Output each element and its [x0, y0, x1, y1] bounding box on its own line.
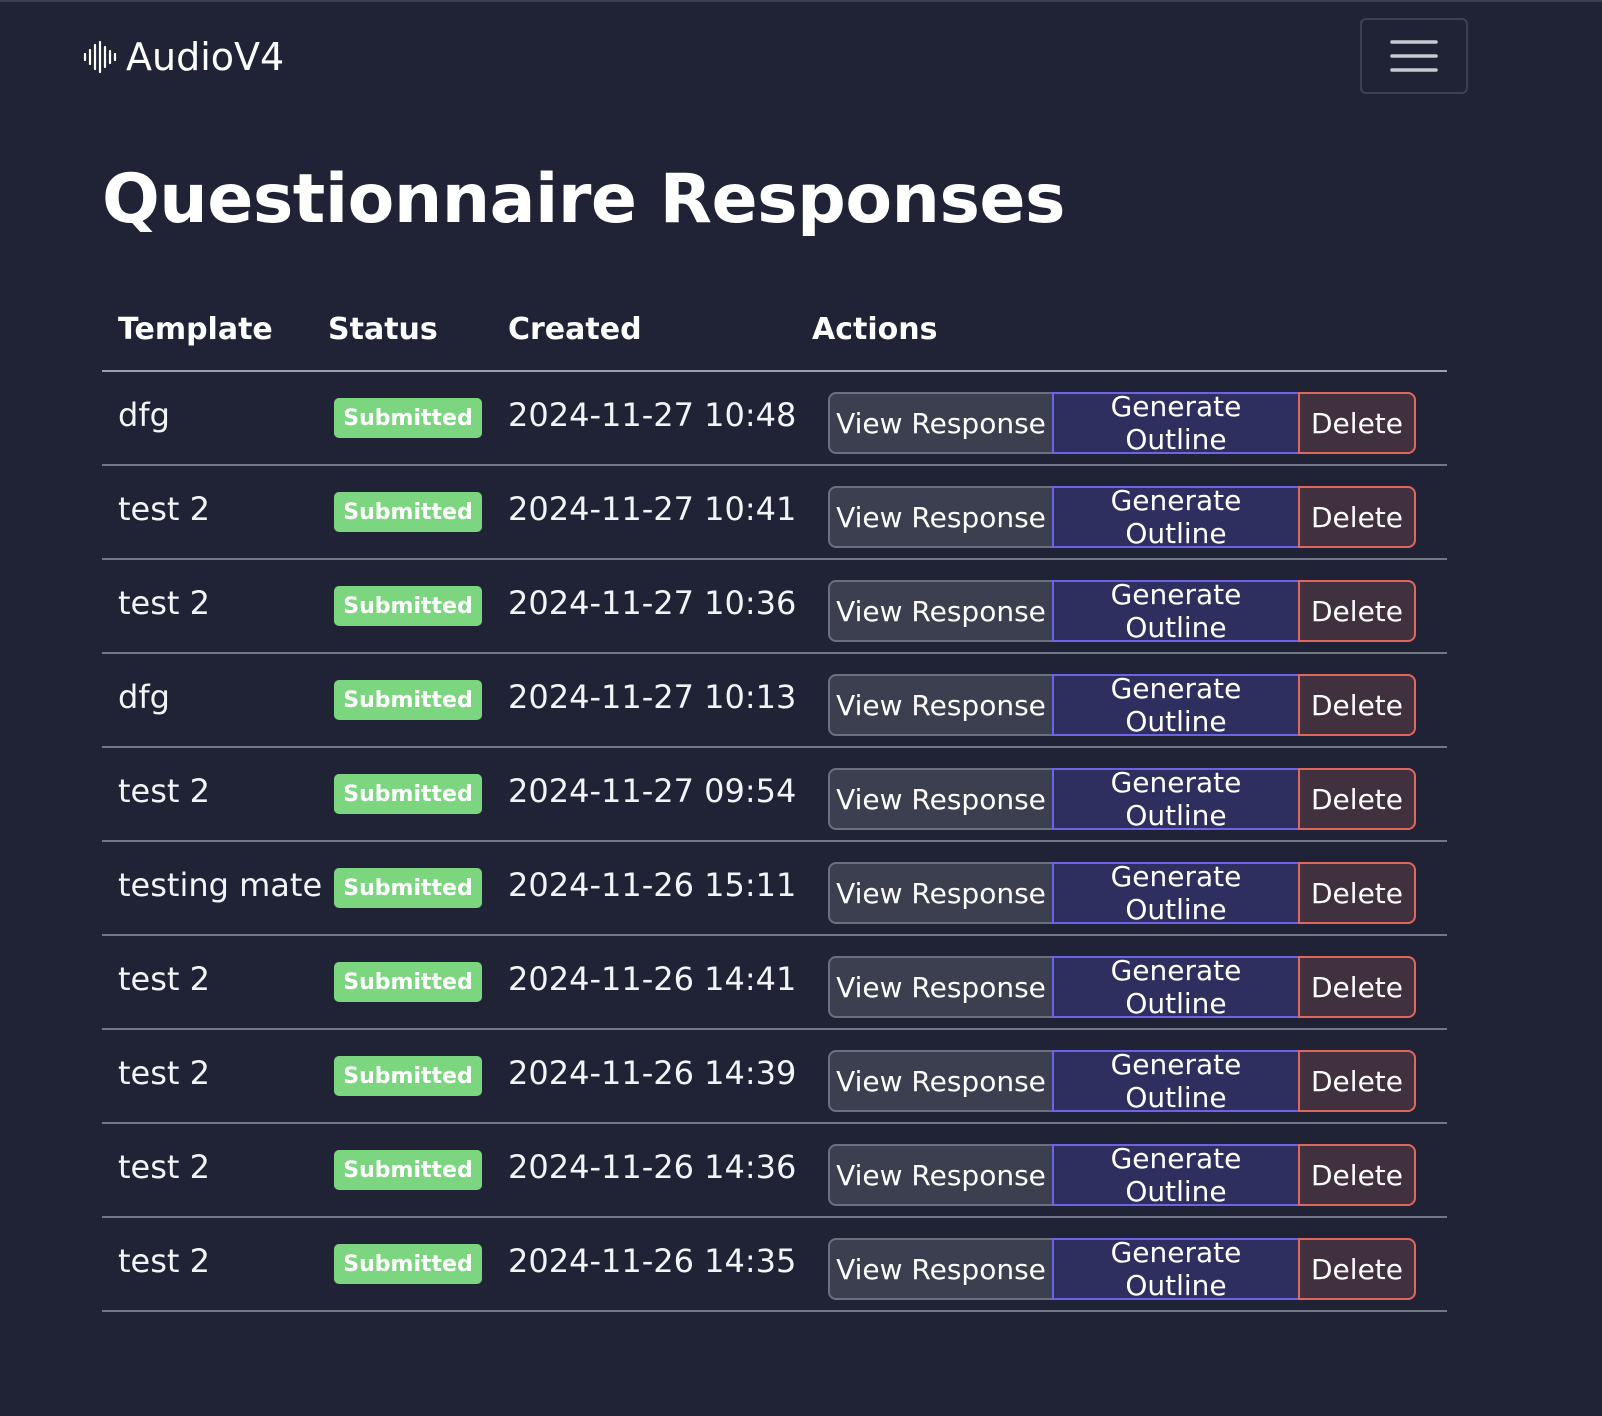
row-actions: View Response Generate Outline Delete [828, 766, 1416, 832]
table-row: test 2 Submitted 2024-11-26 14:39 View Resp… [102, 1030, 1447, 1124]
generate-outline-button[interactable]: Generate Outline [1052, 1142, 1300, 1208]
delete-button[interactable]: Delete [1298, 1144, 1416, 1206]
delete-button[interactable]: Delete [1298, 862, 1416, 924]
row-actions: View Response Generate Outline Delete [828, 954, 1416, 1020]
table-row: dfg Submitted 2024-11-27 10:13 View Respons… [102, 654, 1447, 748]
delete-button[interactable]: Delete [1298, 1050, 1416, 1112]
navbar-toggle-button[interactable] [1360, 18, 1468, 94]
view-response-button[interactable]: View Response [828, 580, 1054, 642]
generate-outline-button[interactable]: Generate Outline [1052, 954, 1300, 1020]
navbar: AudioV4 [0, 0, 1602, 116]
status-badge: Submitted [334, 680, 482, 720]
created-timestamp: 2024-11-27 09:54 [508, 772, 797, 810]
view-response-button[interactable]: View Response [828, 1144, 1054, 1206]
table-body: dfg Submitted 2024-11-27 10:48 View Respons… [102, 372, 1447, 1312]
brand-link[interactable]: AudioV4 [82, 34, 284, 80]
status-badge: Submitted [334, 868, 482, 908]
status-badge: Submitted [334, 1150, 482, 1190]
view-response-button[interactable]: View Response [828, 486, 1054, 548]
table-row: dfg Submitted 2024-11-27 10:48 View Respons… [102, 372, 1447, 466]
created-timestamp: 2024-11-26 14:35 [508, 1242, 797, 1280]
generate-outline-button[interactable]: Generate Outline [1052, 766, 1300, 832]
table-row: test 2 Submitted 2024-11-27 09:54 View Resp… [102, 748, 1447, 842]
table-header: Template Status Created Actions [102, 296, 1447, 372]
row-actions: View Response Generate Outline Delete [828, 484, 1416, 550]
view-response-button[interactable]: View Response [828, 768, 1054, 830]
created-timestamp: 2024-11-27 10:48 [508, 396, 797, 434]
generate-outline-button[interactable]: Generate Outline [1052, 578, 1300, 644]
template-name: test 2 [118, 960, 210, 998]
table-row: test 2 Submitted 2024-11-26 14:41 View Resp… [102, 936, 1447, 1030]
template-name: test 2 [118, 1148, 210, 1186]
column-header-template: Template [118, 312, 273, 347]
table-row: testing mate Submitted 2024-11-26 15:11 Vie… [102, 842, 1447, 936]
status-badge: Submitted [334, 586, 482, 626]
status-badge: Submitted [334, 962, 482, 1002]
row-actions: View Response Generate Outline Delete [828, 1048, 1416, 1114]
delete-button[interactable]: Delete [1298, 486, 1416, 548]
table-row: test 2 Submitted 2024-11-26 14:35 View Resp… [102, 1218, 1447, 1312]
generate-outline-button[interactable]: Generate Outline [1052, 1236, 1300, 1302]
hamburger-menu-icon [1390, 40, 1438, 72]
table-row: test 2 Submitted 2024-11-26 14:36 View Resp… [102, 1124, 1447, 1218]
generate-outline-button[interactable]: Generate Outline [1052, 390, 1300, 456]
column-header-created: Created [508, 312, 642, 347]
row-actions: View Response Generate Outline Delete [828, 1142, 1416, 1208]
generate-outline-button[interactable]: Generate Outline [1052, 1048, 1300, 1114]
delete-button[interactable]: Delete [1298, 768, 1416, 830]
page-title: Questionnaire Responses [102, 160, 1066, 239]
delete-button[interactable]: Delete [1298, 1238, 1416, 1300]
generate-outline-button[interactable]: Generate Outline [1052, 672, 1300, 738]
created-timestamp: 2024-11-27 10:13 [508, 678, 797, 716]
delete-button[interactable]: Delete [1298, 956, 1416, 1018]
status-badge: Submitted [334, 398, 482, 438]
created-timestamp: 2024-11-27 10:41 [508, 490, 797, 528]
created-timestamp: 2024-11-26 14:36 [508, 1148, 797, 1186]
template-name: dfg [118, 678, 170, 716]
status-badge: Submitted [334, 1056, 482, 1096]
view-response-button[interactable]: View Response [828, 1050, 1054, 1112]
view-response-button[interactable]: View Response [828, 392, 1054, 454]
delete-button[interactable]: Delete [1298, 580, 1416, 642]
brand-name: AudioV4 [126, 35, 285, 79]
template-name: test 2 [118, 772, 210, 810]
generate-outline-button[interactable]: Generate Outline [1052, 860, 1300, 926]
template-name: test 2 [118, 1054, 210, 1092]
created-timestamp: 2024-11-26 15:11 [508, 866, 797, 904]
table-row: test 2 Submitted 2024-11-27 10:36 View Resp… [102, 560, 1447, 654]
delete-button[interactable]: Delete [1298, 392, 1416, 454]
responses-table: Template Status Created Actions dfg Submi… [102, 296, 1447, 1312]
column-header-status: Status [328, 312, 438, 347]
view-response-button[interactable]: View Response [828, 674, 1054, 736]
template-name: testing mate [118, 866, 323, 904]
template-name: test 2 [118, 490, 210, 528]
template-name: test 2 [118, 584, 210, 622]
view-response-button[interactable]: View Response [828, 1238, 1054, 1300]
delete-button[interactable]: Delete [1298, 674, 1416, 736]
view-response-button[interactable]: View Response [828, 956, 1054, 1018]
template-name: test 2 [118, 1242, 210, 1280]
status-badge: Submitted [334, 1244, 482, 1284]
status-badge: Submitted [334, 774, 482, 814]
template-name: dfg [118, 396, 170, 434]
view-response-button[interactable]: View Response [828, 862, 1054, 924]
row-actions: View Response Generate Outline Delete [828, 390, 1416, 456]
row-actions: View Response Generate Outline Delete [828, 860, 1416, 926]
audio-waveform-icon [83, 40, 117, 74]
generate-outline-button[interactable]: Generate Outline [1052, 484, 1300, 550]
row-actions: View Response Generate Outline Delete [828, 578, 1416, 644]
created-timestamp: 2024-11-26 14:41 [508, 960, 797, 998]
table-row: test 2 Submitted 2024-11-27 10:41 View Resp… [102, 466, 1447, 560]
status-badge: Submitted [334, 492, 482, 532]
column-header-actions: Actions [812, 312, 938, 347]
row-actions: View Response Generate Outline Delete [828, 1236, 1416, 1302]
created-timestamp: 2024-11-26 14:39 [508, 1054, 797, 1092]
row-actions: View Response Generate Outline Delete [828, 672, 1416, 738]
created-timestamp: 2024-11-27 10:36 [508, 584, 797, 622]
